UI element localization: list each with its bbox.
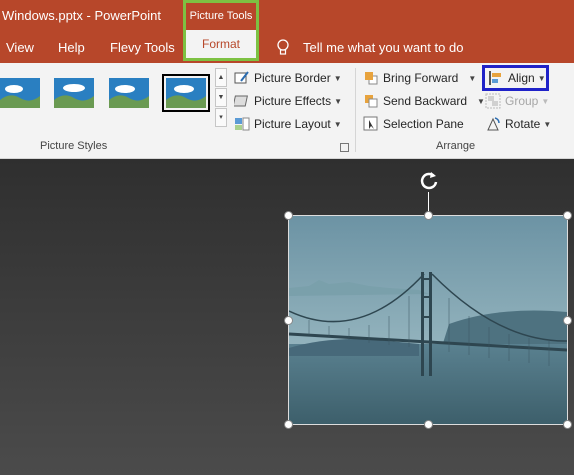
picture-style-thumbnail[interactable] bbox=[0, 78, 40, 108]
gallery-more-icon[interactable]: ▾ bbox=[215, 108, 227, 127]
gallery-scroll: ▲ ▼ ▾ bbox=[215, 68, 227, 128]
resize-handle[interactable] bbox=[424, 420, 433, 429]
resize-handle[interactable] bbox=[563, 316, 572, 325]
rotate-label: Rotate bbox=[505, 117, 541, 131]
picture-effects-label: Picture Effects bbox=[254, 94, 332, 108]
picture-style-thumbnail-selected[interactable] bbox=[162, 74, 210, 112]
selection-pane-label: Selection Pane bbox=[383, 117, 464, 131]
selection-pane-icon bbox=[363, 116, 378, 131]
picture-styles-gallery bbox=[0, 71, 228, 123]
resize-handle[interactable] bbox=[424, 211, 433, 220]
picture-styles-group-label: Picture Styles bbox=[40, 140, 108, 152]
tab-flevy-tools[interactable]: Flevy Tools bbox=[110, 40, 175, 55]
gallery-scroll-down-icon[interactable]: ▼ bbox=[215, 88, 227, 107]
picture-effects-icon bbox=[234, 95, 248, 107]
group-label: Group bbox=[505, 94, 539, 108]
tab-help[interactable]: Help bbox=[58, 40, 85, 55]
tell-me-label: Tell me what you want to do bbox=[303, 40, 464, 55]
rotate-handle-icon[interactable] bbox=[418, 170, 440, 192]
picture-tools-label: Picture Tools bbox=[189, 10, 253, 22]
picture-layout-icon bbox=[235, 117, 250, 131]
picture-style-thumbnail[interactable] bbox=[54, 78, 94, 108]
resize-handle[interactable] bbox=[284, 316, 293, 325]
resize-handle[interactable] bbox=[284, 420, 293, 429]
dialog-launcher-icon[interactable] bbox=[340, 143, 349, 152]
bring-forward-label: Bring Forward bbox=[383, 71, 459, 85]
align-highlight bbox=[482, 65, 549, 91]
bring-forward-icon bbox=[365, 72, 378, 85]
group-separator bbox=[355, 68, 356, 152]
slide-canvas[interactable] bbox=[0, 159, 574, 475]
window-title: Windows.pptx - PowerPoint bbox=[2, 8, 161, 23]
lightbulb-icon bbox=[277, 39, 289, 55]
picture-border-label: Picture Border bbox=[254, 71, 331, 85]
picture-tools-contextual-tab: Picture Tools Format bbox=[183, 0, 259, 61]
send-backward-icon bbox=[365, 95, 378, 108]
title-bar: Windows.pptx - PowerPoint bbox=[0, 0, 574, 32]
rotate-icon bbox=[487, 117, 500, 131]
arrange-group-label: Arrange bbox=[436, 140, 476, 152]
golden-gate-bridge-photo bbox=[289, 216, 567, 424]
picture-layout-label: Picture Layout bbox=[254, 117, 331, 131]
resize-handle[interactable] bbox=[563, 420, 572, 429]
send-backward-label: Send Backward bbox=[383, 94, 468, 108]
tab-view[interactable]: View bbox=[6, 40, 34, 55]
tab-format[interactable]: Format bbox=[186, 30, 256, 58]
resize-handle[interactable] bbox=[284, 211, 293, 220]
picture-style-thumbnail[interactable] bbox=[109, 78, 149, 108]
gallery-scroll-up-icon[interactable]: ▲ bbox=[215, 68, 227, 87]
group-icon bbox=[485, 93, 501, 109]
selected-picture[interactable] bbox=[288, 215, 568, 425]
picture-border-icon bbox=[234, 71, 249, 84]
resize-handle[interactable] bbox=[563, 211, 572, 220]
